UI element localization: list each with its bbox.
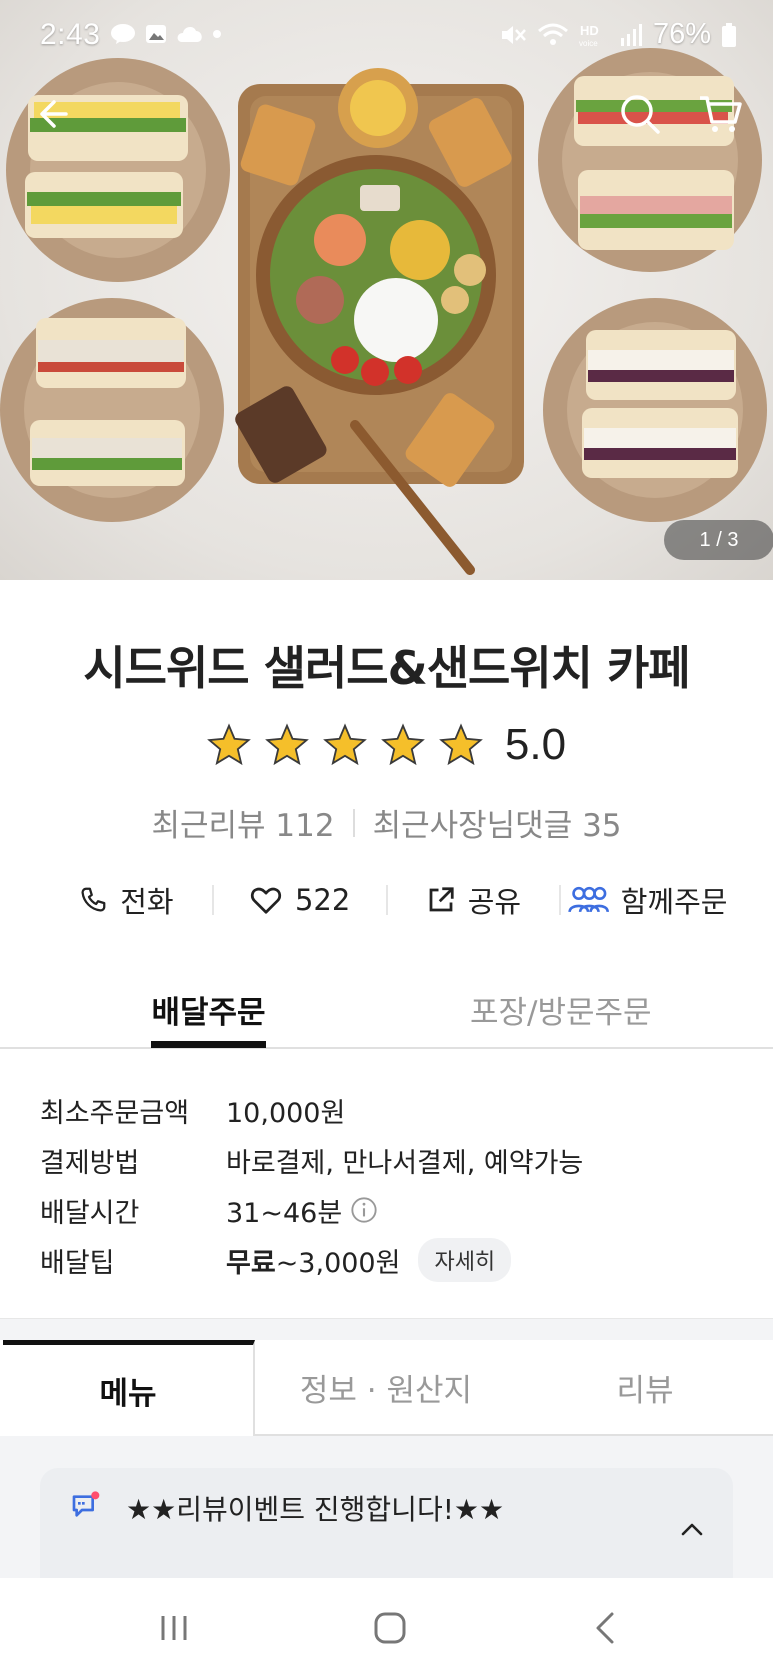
back-nav-button[interactable] xyxy=(576,1598,636,1658)
tab-delivery-order[interactable]: 배달주문 xyxy=(151,987,266,1032)
min-order-row: 최소주문금액 10,000원 xyxy=(40,1085,733,1135)
dot-icon xyxy=(213,30,221,38)
search-button[interactable] xyxy=(614,88,666,140)
delivery-tip-free: 무료 xyxy=(226,1247,276,1279)
store-actions: 전화 522 공유 함께주문 xyxy=(40,875,733,925)
group-order-label: 함께주문 xyxy=(620,885,728,919)
cloud-icon xyxy=(177,27,202,42)
review-event-notice[interactable]: ★★리뷰이벤트 진행합니다!★★ xyxy=(40,1468,733,1578)
signal-icon xyxy=(620,23,642,46)
payment-row: 결제방법 바로결제, 만나서결제, 예약가능 xyxy=(40,1135,733,1185)
home-icon xyxy=(374,1612,406,1644)
delivery-tip-label: 배달팁 xyxy=(40,1247,115,1279)
heart-icon xyxy=(250,887,282,914)
star-icon xyxy=(381,723,425,766)
active-tab-indicator xyxy=(151,1041,266,1048)
back-arrow-icon xyxy=(40,100,68,128)
delivery-time-value-wrap: 31~46분 xyxy=(226,1191,378,1230)
like-button[interactable]: 522 xyxy=(214,883,386,917)
delivery-time-value: 31~46분 xyxy=(226,1197,343,1229)
gallery-icon xyxy=(146,25,166,43)
svg-text:HD: HD xyxy=(580,23,599,38)
share-icon xyxy=(429,887,454,912)
battery-percent: 76% xyxy=(652,18,711,50)
star-icon xyxy=(265,723,309,766)
phone-icon xyxy=(81,887,106,912)
min-order-value: 10,000원 xyxy=(226,1097,346,1129)
delivery-tip-value-wrap: 무료 ~3,000원 자세히 xyxy=(226,1238,512,1282)
store-content-tabs: 메뉴 정보 · 원산지 리뷰 xyxy=(0,1340,773,1436)
back-button[interactable] xyxy=(30,88,82,140)
tab-menu[interactable]: 메뉴 xyxy=(3,1340,255,1436)
recent-apps-icon xyxy=(161,1616,187,1640)
group-order-button[interactable]: 함께주문 xyxy=(561,879,733,921)
system-navigation-bar xyxy=(0,1578,773,1675)
star-icon xyxy=(439,723,483,766)
hd-voice-icon: HDvoice xyxy=(579,23,599,48)
rating-value: 5.0 xyxy=(504,720,567,769)
like-count: 522 xyxy=(294,883,351,917)
share-label: 공유 xyxy=(467,885,522,919)
tip-detail-button[interactable]: 자세히 xyxy=(418,1238,512,1282)
tab-reviews[interactable]: 리뷰 xyxy=(517,1340,773,1436)
store-name: 시드위드 샐러드&샌드위치 카페 xyxy=(83,641,690,695)
owner-replies-count[interactable]: 최근사장님댓글 35 xyxy=(373,800,622,845)
wifi-icon xyxy=(537,23,568,45)
payment-value: 바로결제, 만나서결제, 예약가능 xyxy=(226,1147,584,1179)
info-icon[interactable] xyxy=(350,1196,378,1224)
delivery-tip-row: 배달팁 무료 ~3,000원 자세히 xyxy=(40,1235,733,1285)
tab-info-origin[interactable]: 정보 · 원산지 xyxy=(255,1340,517,1436)
status-bar: 2:43 HD voice 76% xyxy=(0,0,773,72)
talk-icon xyxy=(111,24,135,44)
notice-text: ★★리뷰이벤트 진행합니다!★★ xyxy=(126,1493,505,1526)
cart-button[interactable] xyxy=(694,88,746,140)
section-divider xyxy=(0,1318,773,1340)
mute-icon xyxy=(501,25,526,44)
min-order-label: 최소주문금액 xyxy=(40,1097,190,1129)
star-rating xyxy=(207,723,483,767)
share-button[interactable]: 공유 xyxy=(388,879,560,921)
back-chevron-icon xyxy=(596,1612,614,1644)
order-type-tabs: 배달주문 포장/방문주문 xyxy=(0,975,773,1049)
recent-apps-button[interactable] xyxy=(144,1598,204,1658)
payment-label: 결제방법 xyxy=(40,1147,140,1179)
cart-icon xyxy=(700,96,742,132)
notice-chat-icon xyxy=(72,1491,100,1517)
call-button[interactable]: 전화 xyxy=(40,879,212,921)
review-summary[interactable]: 최근리뷰 112 최근사장님댓글 35 xyxy=(0,800,773,845)
delivery-time-label: 배달시간 xyxy=(40,1197,140,1229)
system-status-icons: HD voice 76% xyxy=(499,18,737,51)
food-photo xyxy=(0,48,767,575)
svg-text:voice: voice xyxy=(579,39,598,48)
store-hero-image[interactable]: 2:43 HD voice 76% 1 / 3 xyxy=(0,0,773,580)
call-label: 전화 xyxy=(120,885,174,919)
tab-pickup-order[interactable]: 포장/방문주문 xyxy=(470,987,652,1032)
search-icon xyxy=(621,95,660,134)
notification-icons xyxy=(110,22,222,46)
delivery-info: 최소주문금액 10,000원 결제방법 바로결제, 만나서결제, 예약가능 배달… xyxy=(40,1085,733,1285)
star-icon xyxy=(323,723,367,766)
group-users-icon xyxy=(568,886,609,913)
divider xyxy=(352,808,355,837)
delivery-time-row: 배달시간 31~46분 xyxy=(40,1185,733,1235)
chevron-up-icon[interactable] xyxy=(679,1520,705,1538)
battery-icon xyxy=(722,22,736,47)
home-button[interactable] xyxy=(360,1598,420,1658)
status-time: 2:43 xyxy=(40,18,101,51)
rating-row[interactable]: 5.0 xyxy=(0,720,773,770)
star-icon xyxy=(207,723,251,766)
recent-reviews-count[interactable]: 최근리뷰 112 xyxy=(151,800,334,845)
delivery-tip-value: ~3,000원 xyxy=(275,1247,401,1279)
image-pager: 1 / 3 xyxy=(664,520,773,560)
